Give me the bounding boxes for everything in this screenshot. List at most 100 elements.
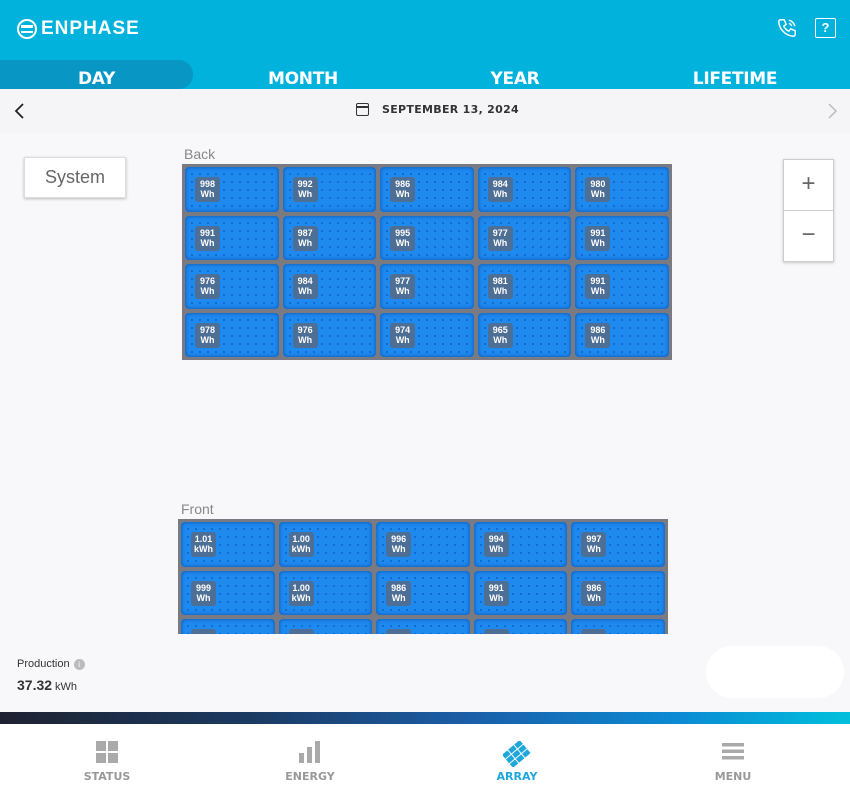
solar-panel[interactable]: [374, 617, 472, 634]
panel-energy-unit: Wh: [298, 286, 313, 296]
gradient-divider: [0, 712, 850, 724]
panel-energy-badge: 1.01 kWh: [191, 532, 216, 557]
tab-year[interactable]: YEAR: [420, 60, 610, 89]
panel-energy-unit: Wh: [200, 189, 215, 199]
phone-icon[interactable]: [776, 17, 798, 39]
solar-panel[interactable]: 984 Wh: [280, 262, 379, 311]
solar-panel[interactable]: 1.01 kWh: [179, 520, 277, 569]
solar-panel[interactable]: 987 Wh: [280, 213, 379, 262]
panel-energy-value: 998: [199, 179, 216, 189]
panel-energy-value: 992: [297, 179, 313, 189]
panel-energy-value: 987: [297, 227, 313, 238]
redacted-area: [706, 646, 844, 698]
nav-status[interactable]: STATUS: [57, 724, 157, 795]
panel-energy-badge: 976 Wh: [292, 322, 318, 348]
solar-panel[interactable]: 998 Wh: [183, 165, 281, 214]
solar-panel[interactable]: 974 Wh: [378, 310, 476, 359]
solar-panel[interactable]: [569, 617, 667, 634]
panel-energy-badge: 980 Wh: [585, 177, 611, 202]
zoom-out-button[interactable]: −: [784, 211, 833, 262]
panel-energy-unit: Wh: [395, 189, 410, 199]
solar-panel[interactable]: 986 Wh: [573, 310, 671, 359]
solar-panel[interactable]: 999 Wh: [179, 568, 277, 617]
solar-panel[interactable]: 977 Wh: [378, 262, 476, 311]
panel-energy-badge: 991 Wh: [483, 580, 509, 606]
panel-energy-badge: 991 Wh: [585, 274, 611, 299]
tab-month[interactable]: MONTH: [210, 60, 396, 89]
panel-energy-unit: Wh: [200, 237, 215, 248]
info-icon[interactable]: i: [73, 658, 85, 670]
solar-panel[interactable]: 984 Wh: [475, 165, 574, 214]
panel-energy-value: 976: [199, 276, 216, 286]
panel-energy-badge: 992 Wh: [292, 177, 318, 202]
solar-panel[interactable]: [471, 617, 570, 634]
panel-energy-badge: 974 Wh: [390, 322, 416, 348]
solar-array-icon: [503, 741, 531, 767]
nav-energy[interactable]: ENERGY: [260, 724, 360, 795]
period-tabs: DAY MONTH YEAR LIFETIME: [0, 60, 850, 89]
nav-array-label: ARRAY: [496, 770, 538, 783]
solar-panel[interactable]: 991 Wh: [573, 213, 671, 262]
panel-energy-value: 981: [492, 276, 508, 286]
nav-energy-label: ENERGY: [285, 770, 335, 783]
panel-energy-value: 995: [395, 227, 411, 238]
help-icon[interactable]: ?: [815, 18, 836, 38]
date-navigator: SEPTEMBER 13, 2024: [0, 89, 850, 134]
solar-panel[interactable]: [276, 617, 375, 634]
solar-panel[interactable]: 965 Wh: [475, 310, 574, 359]
solar-panel[interactable]: 986 Wh: [569, 568, 667, 617]
nav-array[interactable]: ARRAY: [467, 724, 567, 795]
panel-energy-unit: Wh: [395, 334, 410, 345]
chevron-right-icon[interactable]: [824, 101, 840, 121]
system-view-button[interactable]: System: [24, 157, 126, 198]
solar-panel[interactable]: 981 Wh: [475, 262, 574, 311]
zoom-in-button[interactable]: +: [784, 160, 833, 211]
zoom-control: + −: [783, 159, 834, 262]
brand-name: ENPHASE: [41, 18, 140, 39]
panel-energy-unit: Wh: [395, 237, 410, 248]
solar-panel[interactable]: 995 Wh: [378, 213, 476, 262]
panel-energy-value: 1.00: [292, 534, 310, 544]
solar-panel[interactable]: 991 Wh: [471, 568, 570, 617]
panel-energy-value: 986: [586, 582, 602, 593]
chevron-left-icon[interactable]: [12, 101, 28, 121]
panel-energy-badge: 984 Wh: [292, 274, 318, 299]
solar-panel[interactable]: 976 Wh: [280, 310, 379, 359]
panel-energy-badge: 998 Wh: [195, 177, 220, 202]
solar-panel[interactable]: 986 Wh: [378, 165, 476, 214]
array-back: 998 Wh 992 Wh 986 Wh 984 Wh 980 Wh 991 Wh 987 Wh 995 Wh…: [182, 164, 672, 360]
array-front-viewport: 1.01 kWh 1.00 kWh 996 Wh 994 Wh 997 Wh 999 Wh 1.00 kW…: [178, 519, 670, 634]
panel-energy-value: 997: [586, 534, 602, 544]
solar-panel[interactable]: 994 Wh: [471, 520, 570, 569]
panel-energy-unit: Wh: [493, 286, 508, 296]
panel-energy-badge: 991 Wh: [585, 225, 611, 251]
panel-energy-badge: 984 Wh: [487, 177, 513, 202]
tab-lifetime[interactable]: LIFETIME: [640, 60, 830, 89]
panel-energy-badge: 986 Wh: [386, 580, 412, 606]
solar-panel[interactable]: 996 Wh: [374, 520, 472, 569]
array-canvas[interactable]: System + − Back 998 Wh 992 Wh 986 Wh 984 Wh 980 W…: [0, 134, 850, 712]
date-display[interactable]: SEPTEMBER 13, 2024: [356, 103, 519, 116]
hamburger-icon: [722, 743, 744, 760]
solar-panel[interactable]: [179, 617, 277, 634]
solar-panel[interactable]: 1.00 kWh: [276, 520, 375, 569]
nav-menu[interactable]: MENU: [683, 724, 783, 795]
solar-panel[interactable]: 978 Wh: [183, 310, 281, 359]
solar-panel[interactable]: 992 Wh: [280, 165, 379, 214]
selected-date: SEPTEMBER 13, 2024: [382, 103, 519, 116]
panel-energy-value: 976: [297, 324, 313, 335]
panel-energy-unit: Wh: [298, 189, 313, 199]
solar-panel[interactable]: 997 Wh: [569, 520, 667, 569]
solar-panel[interactable]: 986 Wh: [374, 568, 472, 617]
solar-panel[interactable]: 991 Wh: [183, 213, 281, 262]
solar-panel[interactable]: 980 Wh: [573, 165, 671, 214]
solar-panel[interactable]: 1.00 kWh: [276, 568, 375, 617]
panel-energy-unit: Wh: [391, 592, 406, 603]
panel-energy-unit: Wh: [200, 334, 215, 345]
solar-panel[interactable]: 977 Wh: [475, 213, 574, 262]
panel-energy-value: 991: [488, 582, 504, 593]
tab-day[interactable]: DAY: [0, 60, 193, 89]
solar-panel[interactable]: 991 Wh: [573, 262, 671, 311]
panel-energy-unit: Wh: [391, 544, 406, 554]
solar-panel[interactable]: 976 Wh: [183, 262, 281, 311]
